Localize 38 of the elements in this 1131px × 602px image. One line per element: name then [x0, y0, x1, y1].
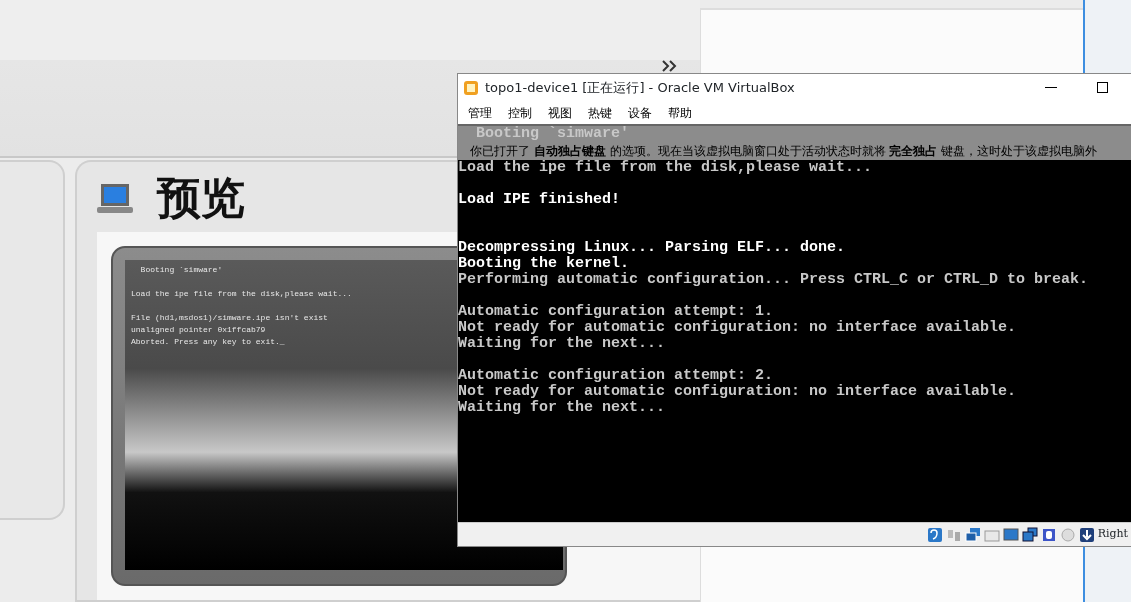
console-line: Load IPE finished!: [458, 192, 621, 208]
audio-icon[interactable]: [926, 526, 943, 543]
console-line: File (hd1,msdos1)/simware.ipe isn't exist: [131, 312, 328, 324]
keyboard-capture-icon[interactable]: [1078, 526, 1095, 543]
display-icon[interactable]: [1002, 526, 1019, 543]
console-line: Not ready for automatic configuration: no interface available.: [458, 320, 1017, 336]
window-title: topo1-device1 [正在运行] - Oracle VM VirtualBox: [485, 78, 795, 97]
console-line: Not ready for automatic configuration: no interface available.: [458, 384, 1017, 400]
chip-icon[interactable]: [1040, 526, 1057, 543]
notification-text: 你已打开了 自动独占键盘 的选项。现在当该虚拟电脑窗口处于活动状态时就将 完全独占 键盘，这时处于该虚拟电脑外: [469, 143, 1099, 160]
preview-title: 预览: [157, 176, 245, 220]
console-line: Booting `simware': [139, 264, 223, 276]
screens-icon[interactable]: [1021, 526, 1038, 543]
menu-item[interactable]: 控制: [500, 103, 540, 122]
console-line: Waiting for the next...: [458, 336, 666, 352]
app-icon: [463, 79, 479, 96]
double-chevron-icon[interactable]: [662, 60, 678, 72]
menu-item[interactable]: 设备: [620, 103, 660, 122]
menu-item[interactable]: 热键: [580, 103, 620, 122]
console-line: Load the ipe file from the disk,please wait...: [458, 160, 873, 176]
console-line: Booting the kernel.: [458, 256, 630, 272]
console-line: Aborted. Press any key to exit._: [131, 336, 285, 348]
console-line: unaligned pointer 0x1ffcab79: [131, 324, 266, 336]
console-line: Decompressing Linux... Parsing ELF... done.: [458, 240, 846, 256]
menu-item[interactable]: 管理: [460, 103, 500, 122]
console-line: Booting `simware': [475, 126, 630, 142]
console-line: Waiting for the next...: [458, 400, 666, 416]
monitor-icon: [97, 182, 133, 214]
maximize-icon[interactable]: [1097, 82, 1108, 93]
menu-item[interactable]: 视图: [540, 103, 580, 122]
menu-item[interactable]: 帮助: [660, 103, 700, 122]
minimize-icon[interactable]: [1045, 86, 1057, 89]
host-key-label: Right: [1097, 526, 1128, 543]
console-line: Automatic configuration attempt: 1.: [458, 304, 774, 320]
console-line: Automatic configuration attempt: 2.: [458, 368, 774, 384]
console-line: Load the ipe file from the disk,please wait...: [131, 288, 352, 300]
console-line: Performing automatic configuration... Press CTRL_C or CTRL_D to break.: [458, 272, 1089, 288]
shared-screens-icon[interactable]: [964, 526, 981, 543]
